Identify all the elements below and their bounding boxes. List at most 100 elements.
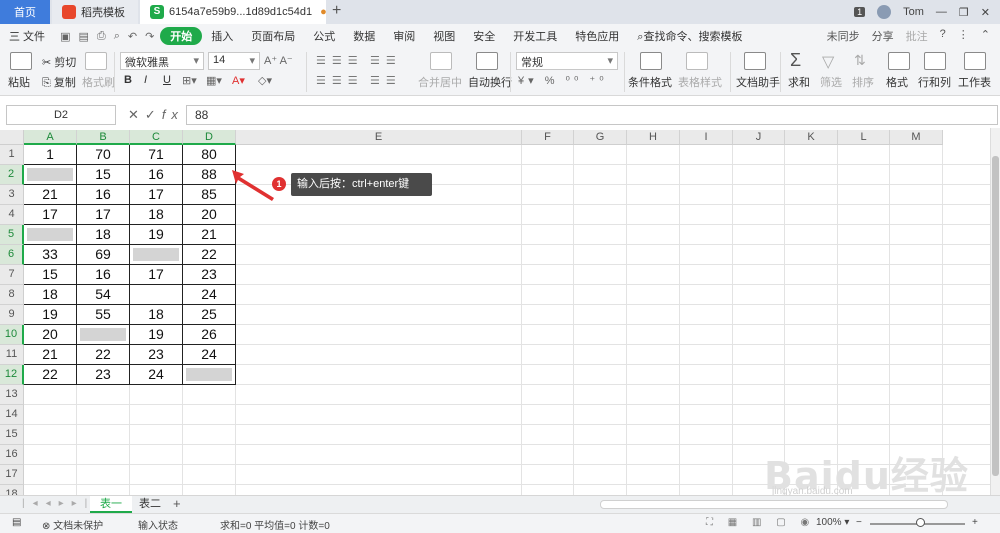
cell-c3[interactable]: 17 <box>130 185 183 205</box>
wrap-text-button[interactable]: 自动换行 <box>468 74 512 90</box>
column-header-m[interactable]: M <box>890 130 943 145</box>
sync-status[interactable]: 未同步 <box>827 28 860 44</box>
row-header-9[interactable]: 9 <box>0 305 24 325</box>
cell-c8[interactable] <box>130 285 183 305</box>
cell-d11[interactable]: 24 <box>183 345 236 365</box>
number-format-select[interactable]: 常规 ▾ <box>516 52 618 70</box>
cell-c10[interactable]: 19 <box>130 325 183 345</box>
cell-b5[interactable]: 18 <box>77 225 130 245</box>
column-header-h[interactable]: H <box>627 130 680 145</box>
row-header-13[interactable]: 13 <box>0 385 24 405</box>
row-header-7[interactable]: 7 <box>0 265 24 285</box>
column-header-d[interactable]: D <box>183 130 236 145</box>
cell-b1[interactable]: 70 <box>77 145 130 165</box>
row-header-14[interactable]: 14 <box>0 405 24 425</box>
column-header-i[interactable]: I <box>680 130 733 145</box>
fill-color-icon[interactable]: ▦▾ <box>206 74 222 87</box>
undo-icon[interactable]: ↶ <box>128 30 137 43</box>
close-icon[interactable]: ✕ <box>981 6 990 19</box>
protect-status[interactable]: ⊗ 文档未保护 <box>42 517 103 532</box>
cell-d7[interactable]: 23 <box>183 265 236 285</box>
cell-c9[interactable]: 18 <box>130 305 183 325</box>
clear-format-icon[interactable]: ◇▾ <box>258 74 272 87</box>
zoom-in-icon[interactable]: + <box>972 517 978 528</box>
tab-insert[interactable]: 插入 <box>202 28 242 44</box>
view-mode-icons[interactable]: ⛶ ▦ ▥ ▢ ◉ <box>706 517 815 528</box>
cell-b11[interactable]: 22 <box>77 345 130 365</box>
sheet-nav-arrows[interactable]: |◂◂▸▸| <box>22 498 95 509</box>
row-header-3[interactable]: 3 <box>0 185 24 205</box>
cell-d3[interactable]: 85 <box>183 185 236 205</box>
row-header-16[interactable]: 16 <box>0 445 24 465</box>
close-tab-icon[interactable]: ● <box>320 6 327 18</box>
column-header-j[interactable]: J <box>733 130 785 145</box>
cell-d1[interactable]: 80 <box>183 145 236 165</box>
formula-input[interactable]: 88 <box>186 105 998 125</box>
print-icon[interactable]: ⎙ <box>97 30 106 43</box>
cell-b7[interactable]: 16 <box>77 265 130 285</box>
column-header-c[interactable]: C <box>130 130 183 145</box>
column-header-k[interactable]: K <box>785 130 838 145</box>
horizontal-scrollbar[interactable] <box>600 500 948 509</box>
cell-a11[interactable]: 21 <box>24 345 77 365</box>
save-icon[interactable]: ▣ <box>60 30 70 43</box>
cell-a1[interactable]: 1 <box>24 145 77 165</box>
cell-a8[interactable]: 18 <box>24 285 77 305</box>
cell-b8[interactable]: 54 <box>77 285 130 305</box>
bold-icon[interactable]: B <box>124 74 132 86</box>
font-grow-icon[interactable]: A⁺ A⁻ <box>264 54 293 67</box>
cell-b2[interactable]: 15 <box>77 165 130 185</box>
add-sheet-button[interactable]: + <box>173 496 181 511</box>
avatar[interactable] <box>877 5 892 19</box>
cell-d5[interactable]: 21 <box>183 225 236 245</box>
paste-icon[interactable] <box>10 52 32 70</box>
comment-button[interactable]: 批注 <box>906 28 928 44</box>
tab-page-layout[interactable]: 页面布局 <box>242 28 304 44</box>
restore-icon[interactable]: ❐ <box>959 6 969 19</box>
row-header-2[interactable]: 2 <box>0 165 24 185</box>
cell-b9[interactable]: 55 <box>77 305 130 325</box>
scrollbar-thumb[interactable] <box>992 156 999 476</box>
column-header-g[interactable]: G <box>574 130 627 145</box>
cancel-icon[interactable]: ✕ <box>128 107 145 122</box>
tab-features[interactable]: 特色应用 <box>566 28 628 44</box>
cell-a10[interactable]: 20 <box>24 325 77 345</box>
tab-review[interactable]: 审阅 <box>384 28 424 44</box>
row-header-1[interactable]: 1 <box>0 145 24 165</box>
redo-icon[interactable]: ↷ <box>145 30 154 43</box>
tab-view[interactable]: 视图 <box>424 28 464 44</box>
file-menu[interactable]: 三 文件 <box>0 28 54 44</box>
font-size-select[interactable]: 14 ▾ <box>208 52 260 70</box>
zoom-level[interactable]: 100% ▾ <box>816 517 849 528</box>
cell-b4[interactable]: 17 <box>77 205 130 225</box>
cell-c1[interactable]: 71 <box>130 145 183 165</box>
select-all-corner[interactable] <box>0 130 24 145</box>
cell-c2[interactable]: 16 <box>130 165 183 185</box>
tab-developer[interactable]: 开发工具 <box>504 28 566 44</box>
export-icon[interactable]: ▤ <box>78 30 88 43</box>
copy-button[interactable]: ⎘ 复制 <box>42 74 76 90</box>
collapse-ribbon-icon[interactable]: ⌃ <box>981 28 990 44</box>
tab-home-ribbon[interactable]: 开始 <box>160 27 203 45</box>
sort-button[interactable]: 排序 <box>852 74 874 90</box>
cell-a12[interactable]: 22 <box>24 365 77 385</box>
worksheet-button[interactable]: 工作表 <box>958 74 991 90</box>
worksheet-icon[interactable] <box>964 52 986 70</box>
preview-icon[interactable]: ⌕ <box>114 30 120 43</box>
column-header-a[interactable]: A <box>24 130 77 145</box>
cell-a7[interactable]: 15 <box>24 265 77 285</box>
cell-c6[interactable] <box>130 245 183 265</box>
cut-button[interactable]: ✂ 剪切 <box>42 54 76 70</box>
format-painter-icon[interactable] <box>85 52 107 70</box>
cell-a4[interactable]: 17 <box>24 205 77 225</box>
cell-a9[interactable]: 19 <box>24 305 77 325</box>
conditional-format-button[interactable]: 条件格式 <box>628 74 672 90</box>
merge-center-button[interactable]: 合并居中 <box>418 74 462 90</box>
format-icon[interactable] <box>888 52 910 70</box>
align-left-icons[interactable]: ☰☰☰ <box>316 74 364 87</box>
doc-helper-button[interactable]: 文档助手 <box>736 74 780 90</box>
filter-icon[interactable]: ▽ <box>822 52 834 72</box>
filter-button[interactable]: 筛选 <box>820 74 842 90</box>
indent-icons[interactable]: ☰☰ <box>370 54 402 67</box>
tab-document[interactable]: S 6154a7e59b9...1d89d1c54d1 ● <box>140 0 327 24</box>
